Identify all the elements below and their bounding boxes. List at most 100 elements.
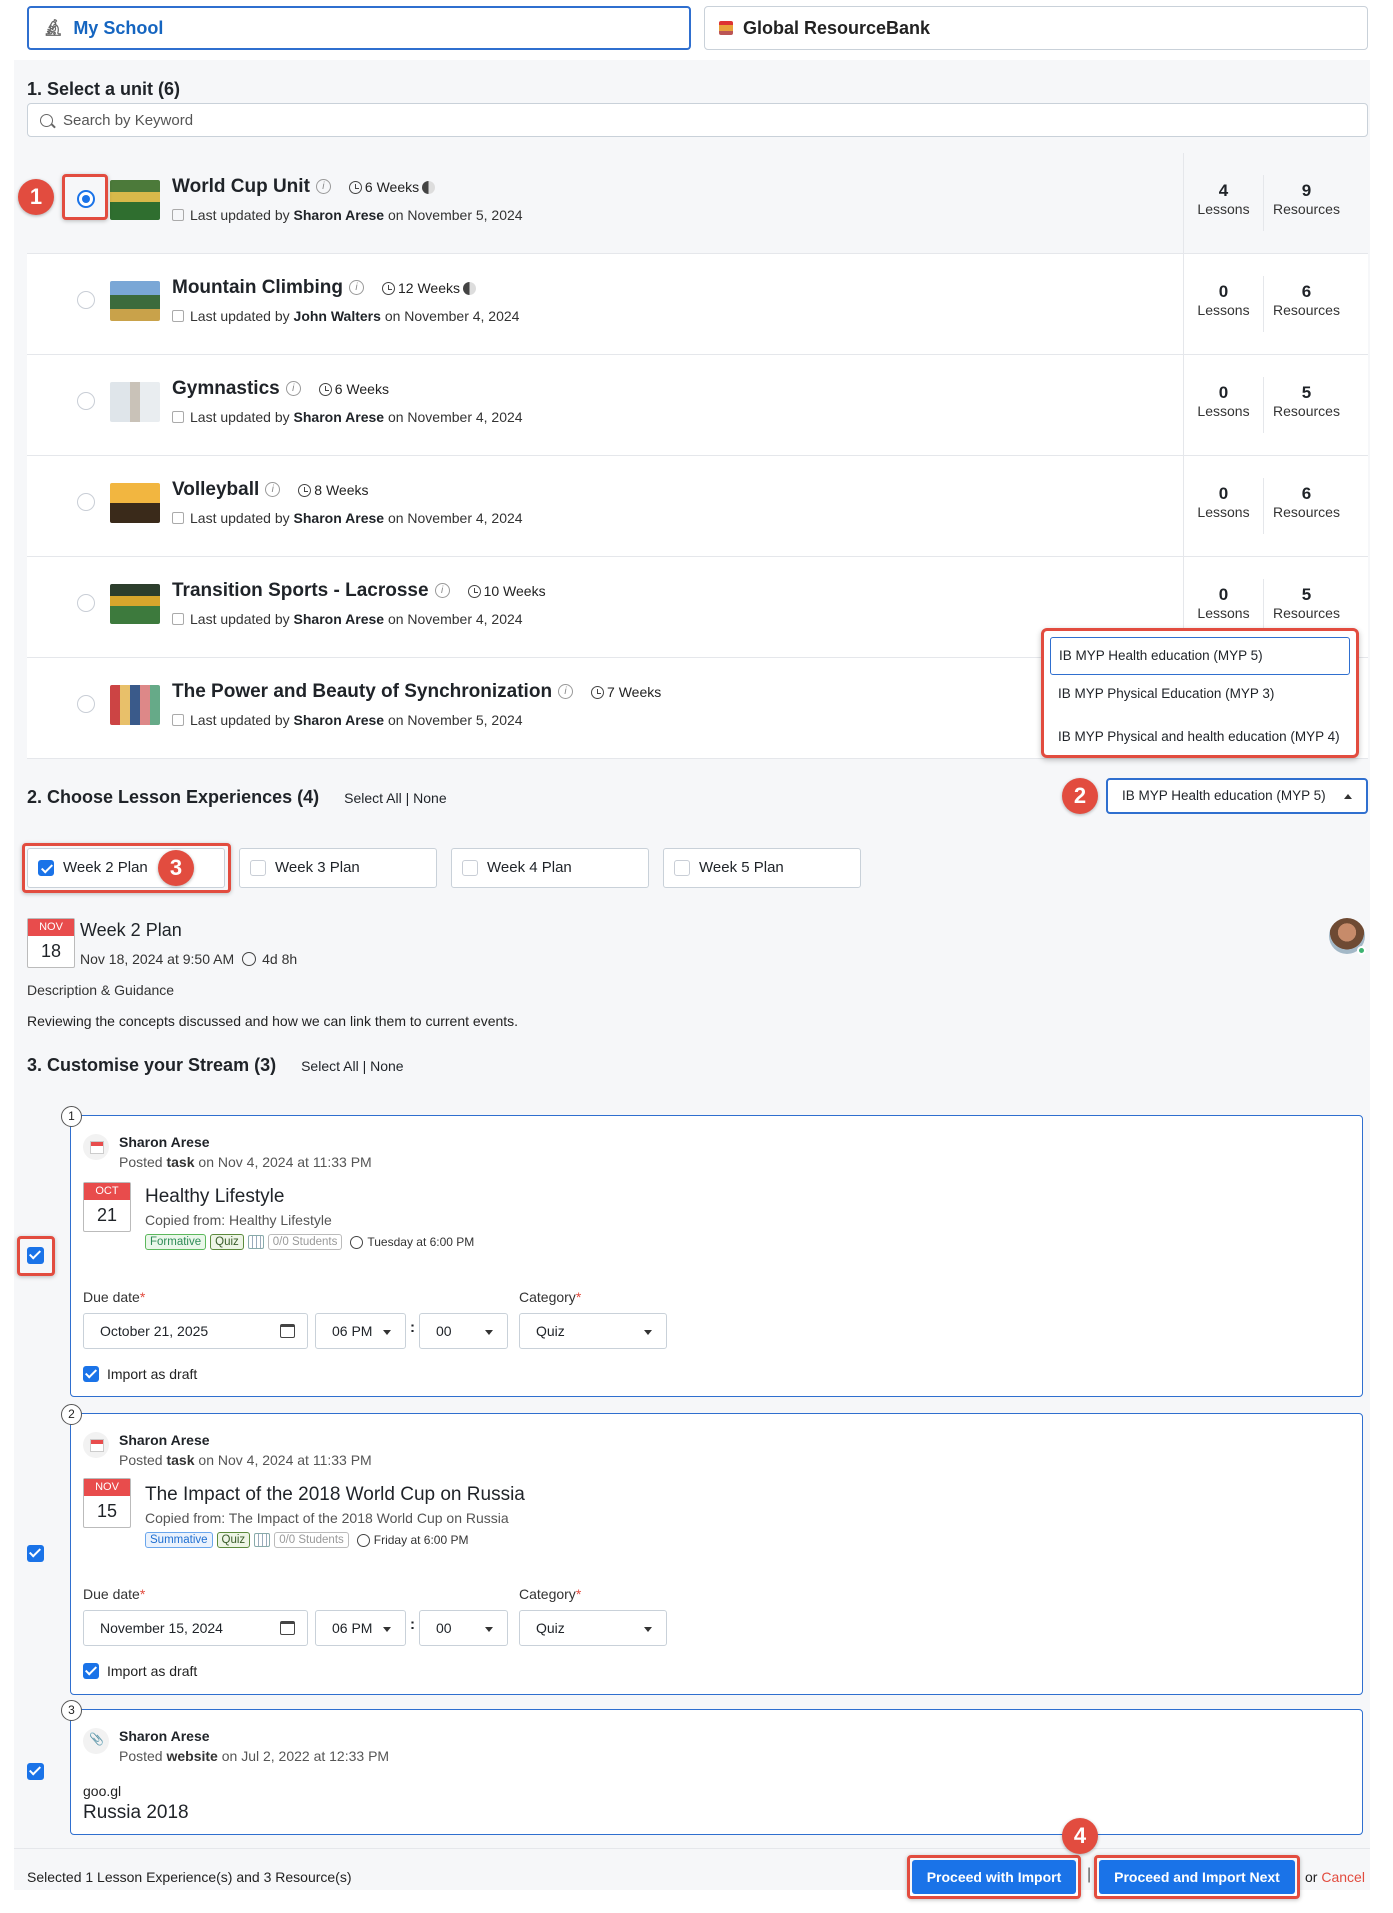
unit-radio[interactable] <box>77 392 95 410</box>
unit-title[interactable]: Volleyball <box>172 479 259 500</box>
due-text: Tuesday at 6:00 PM <box>367 1235 475 1249</box>
unit-radio[interactable] <box>77 695 95 713</box>
posted-prefix: Posted <box>119 1154 163 1170</box>
week-checkbox[interactable] <box>674 860 690 876</box>
unit-row-mountain-climbing[interactable]: Mountain Climbing i 12 Weeks Last updated … <box>27 254 1368 355</box>
minute-select[interactable]: 00 <box>419 1610 508 1646</box>
caret-up-icon <box>1344 794 1352 799</box>
unit-author: Sharon Arese <box>293 712 385 728</box>
info-icon[interactable]: i <box>348 280 364 296</box>
select-none-link[interactable]: None <box>370 1058 403 1074</box>
cancel-link[interactable]: Cancel <box>1321 1869 1365 1885</box>
link-separator: | <box>405 790 410 806</box>
unit-row-gymnastics[interactable]: Gymnastics i 6 Weeks Last updated by Sharo… <box>27 355 1368 456</box>
unit-title[interactable]: Mountain Climbing <box>172 277 343 298</box>
tab-global-resourcebank[interactable]: Global ResourceBank <box>704 6 1368 50</box>
calendar-icon[interactable] <box>280 1324 295 1338</box>
info-icon[interactable]: i <box>315 179 331 195</box>
import-as-draft[interactable]: Import as draft <box>83 1662 197 1680</box>
info-icon[interactable]: i <box>265 482 281 498</box>
course-option[interactable]: IB MYP Physical Education (MYP 3) <box>1044 676 1356 714</box>
website-title[interactable]: Russia 2018 <box>83 1802 189 1824</box>
unit-stats: 4 Lessons 9 Resources <box>1183 153 1368 253</box>
unit-title[interactable]: World Cup Unit <box>172 176 310 197</box>
search-input[interactable] <box>63 111 1313 129</box>
week-tab-5[interactable]: Week 5 Plan <box>663 848 861 888</box>
hour-select[interactable]: 06 PM <box>315 1610 406 1646</box>
info-icon[interactable]: i <box>434 583 450 599</box>
due-date-input[interactable]: October 21, 2025 <box>83 1313 308 1349</box>
unit-title[interactable]: The Power and Beauty of Synchronization <box>172 681 552 702</box>
clock-icon <box>350 1235 364 1249</box>
calendar-icon <box>172 310 184 322</box>
posted-type: task <box>166 1452 195 1468</box>
resource-bank-icon <box>719 21 733 35</box>
lessons-label: Lessons <box>1197 504 1250 520</box>
course-option[interactable]: IB MYP Physical and health education (MY… <box>1044 719 1356 757</box>
required-mark: * <box>139 1289 146 1305</box>
calendar-icon[interactable] <box>280 1621 295 1635</box>
unit-row-volleyball[interactable]: Volleyball i 8 Weeks Last updated by Sharo… <box>27 456 1368 557</box>
category-label: Category* <box>519 1586 581 1602</box>
due-date-input[interactable]: November 15, 2024 <box>83 1610 308 1646</box>
unit-radio[interactable] <box>77 594 95 612</box>
category-tag: Quiz <box>216 1532 251 1548</box>
label-text: Due date <box>83 1289 140 1305</box>
caret-down-icon <box>644 1330 652 1335</box>
website-domain: goo.gl <box>83 1783 122 1799</box>
unit-title[interactable]: Transition Sports - Lacrosse <box>172 580 429 601</box>
resources-number: 5 <box>1301 585 1312 604</box>
lessons-count: 4 Lessons <box>1184 153 1263 253</box>
select-none-link[interactable]: None <box>413 790 446 806</box>
unit-radio[interactable] <box>77 291 95 309</box>
avatar[interactable] <box>1329 918 1366 955</box>
unit-title-row: Volleyball i 8 Weeks <box>172 479 369 501</box>
select-all-link[interactable]: Select All <box>344 790 402 806</box>
import-as-draft[interactable]: Import as draft <box>83 1365 197 1383</box>
description-text: Reviewing the concepts discussed and how… <box>27 1013 519 1029</box>
clock-icon <box>348 180 362 194</box>
hour-select[interactable]: 06 PM <box>315 1313 406 1349</box>
posted-prefix: Posted <box>119 1748 163 1764</box>
date-day: 18 <box>40 941 62 961</box>
unit-weeks: 10 Weeks <box>483 582 546 599</box>
assessment-tag: Formative <box>145 1234 207 1250</box>
select-all-link[interactable]: Select All <box>301 1058 359 1074</box>
plan-datetime: Nov 18, 2024 at 9:50 AM 4d 8h <box>80 951 297 967</box>
week-checkbox[interactable] <box>250 860 266 876</box>
unit-updated: Last updated by John Walters on November… <box>172 308 519 324</box>
course-dropdown[interactable]: IB MYP Health education (MYP 5) <box>1106 778 1368 814</box>
date-month: NOV <box>28 919 74 936</box>
unit-radio[interactable] <box>77 493 95 511</box>
or-text: or <box>1305 1869 1318 1885</box>
category-select[interactable]: Quiz <box>519 1610 667 1646</box>
updated-prefix: Last updated by <box>190 308 290 324</box>
draft-checkbox[interactable] <box>83 1663 99 1679</box>
week-tab-3[interactable]: Week 3 Plan <box>239 848 437 888</box>
minute-select[interactable]: 00 <box>419 1313 508 1349</box>
resources-label: Resources <box>1273 504 1340 520</box>
week-checkbox[interactable] <box>462 860 478 876</box>
draft-checkbox[interactable] <box>83 1366 99 1382</box>
category-select[interactable]: Quiz <box>519 1313 667 1349</box>
store-icon <box>254 1533 271 1547</box>
stream-item-checkbox[interactable] <box>27 1763 44 1780</box>
unit-date: on November 4, 2024 <box>387 409 523 425</box>
tab-my-school[interactable]: 🔬︎ My School <box>27 6 691 50</box>
annotation-highlight-4b <box>1094 1855 1300 1899</box>
section-title-lesson-experiences: 2. Choose Lesson Experiences (4) Select … <box>27 787 447 808</box>
plan-datetime-text: Nov 18, 2024 at 9:50 AM <box>80 951 235 967</box>
unit-title[interactable]: Gymnastics <box>172 378 280 399</box>
search-bar[interactable] <box>27 103 1368 137</box>
info-icon[interactable]: i <box>285 381 301 397</box>
week-tab-4[interactable]: Week 4 Plan <box>451 848 649 888</box>
unit-title-row: Gymnastics i 6 Weeks <box>172 378 389 400</box>
unit-row-world-cup[interactable]: World Cup Unit i 6 Weeks Last updated by S… <box>27 153 1368 254</box>
course-option[interactable]: IB MYP Health education (MYP 5) <box>1050 637 1350 675</box>
paperclip-icon <box>83 1728 109 1754</box>
unit-weeks: 12 Weeks <box>397 279 460 296</box>
resources-number: 6 <box>1301 484 1312 503</box>
unit-author: Sharon Arese <box>293 207 385 223</box>
stream-item-checkbox[interactable] <box>27 1545 44 1562</box>
info-icon[interactable]: i <box>558 684 574 700</box>
